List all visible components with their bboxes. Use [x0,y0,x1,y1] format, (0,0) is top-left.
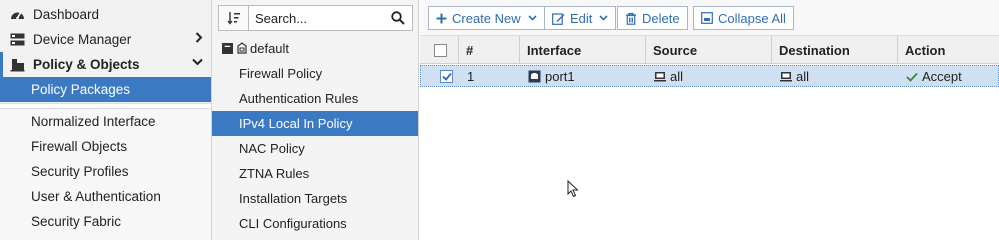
nav-item-label: Normalized Interface [31,114,156,129]
row-source-label: all [670,69,684,84]
package-icon [236,42,248,54]
collapse-all-icon [701,12,713,24]
trash-icon [626,12,636,25]
nav-item-security-profiles[interactable]: Security Profiles [0,159,211,184]
collapse-all-label: Collapse All [718,10,786,26]
plus-icon [436,13,447,23]
edit-label: Edit [570,10,593,26]
column-header-source[interactable]: Source [646,36,772,64]
mouse-cursor-icon [567,179,579,201]
nav-item-label: Dashboard [33,7,100,22]
create-new-label: Create New [452,10,521,26]
collapse-icon[interactable]: − [222,41,233,54]
tree-search-bar [218,5,413,31]
table-row[interactable]: 1 port1 all all Accept [420,65,999,87]
nav-item-label: Firewall Objects [31,139,128,154]
row-action: Accept [899,66,962,87]
nav-item-user-authentication[interactable]: User & Authentication [0,184,211,209]
row-seq: 1 [467,69,475,84]
tree-item-firewall-policy[interactable]: Firewall Policy [212,61,418,86]
select-all-checkbox[interactable] [434,43,447,57]
tree-item-label: NAC Policy [239,141,305,156]
row-destination: all [773,66,809,87]
edit-button[interactable]: Edit [544,6,617,30]
row-destination-label: all [796,69,810,84]
row-interface: port1 [521,66,575,87]
tree-item-ipv4-local-in-policy[interactable]: IPv4 Local In Policy [212,111,418,136]
nav-item-label: User & Authentication [31,189,161,204]
row-checkbox-cell[interactable] [433,66,453,87]
row-interface-label: port1 [545,69,575,84]
column-header-destination[interactable]: Destination [772,36,898,64]
nav-item-device-manager[interactable]: Device Manager [0,27,211,52]
tree-item-label: Installation Targets [239,191,348,206]
chevron-right-icon [195,32,203,46]
tree-search-input[interactable] [249,6,384,30]
tree-item-authentication-rules[interactable]: Authentication Rules [212,86,418,111]
column-header-interface[interactable]: Interface [520,36,646,64]
tree-item-ztna-rules[interactable]: ZTNA Rules [212,161,418,186]
nav-item-security-fabric[interactable]: Security Fabric [0,209,211,234]
tree-item-installation-targets[interactable]: Installation Targets [212,186,418,211]
nav-item-normalized-interface[interactable]: Normalized Interface [0,109,211,134]
row-source: all [647,66,683,87]
tree-root-default[interactable]: − default [222,39,289,57]
nav-item-label: Policy Packages [31,82,131,97]
nav-item-label: Security Profiles [31,164,129,179]
tree-item-label: Firewall Policy [239,66,323,81]
device-manager-icon [9,33,25,47]
collapse-all-button[interactable]: Collapse All [693,6,794,30]
tree-item-nac-policy[interactable]: NAC Policy [212,136,418,161]
create-new-button[interactable]: Create New [428,6,545,30]
chevron-down-icon [192,57,203,69]
grid-header: # Interface Source Destination Action [420,36,999,64]
toolbar: Create New Edit Delete Collapse All [420,0,999,36]
column-header-seq[interactable]: # [459,36,520,64]
sort-icon [226,12,240,25]
checkmark-icon [441,72,452,81]
column-header-action[interactable]: Action [898,36,999,64]
accept-check-icon [906,72,918,82]
delete-button[interactable]: Delete [617,6,688,30]
left-nav: Dashboard Device Manager Policy & Object… [0,0,212,240]
policy-package-tree: − default Firewall Policy Authentication… [212,0,419,240]
tree-root-label: default [250,40,290,56]
nav-item-dashboard[interactable]: Dashboard [0,2,211,27]
address-object-icon [654,72,666,82]
delete-label: Delete [642,10,680,26]
tree-item-label: ZTNA Rules [239,166,310,181]
policy-objects-icon [9,58,25,72]
row-checkbox[interactable] [440,70,453,83]
tree-item-cli-configurations[interactable]: CLI Configurations [212,211,418,236]
select-all-checkbox-cell[interactable] [420,36,459,64]
edit-icon [552,12,565,25]
nav-item-label: Security Fabric [31,214,122,229]
tree-item-label: CLI Configurations [239,216,347,231]
tree-item-label: Authentication Rules [239,91,359,106]
nav-item-policy-objects[interactable]: Policy & Objects [0,52,211,77]
sort-button[interactable] [219,6,249,30]
chevron-down-icon [528,13,537,24]
port-icon [528,70,541,83]
chevron-down-icon [599,13,608,24]
tree-item-label: IPv4 Local In Policy [239,116,353,131]
search-icon[interactable] [384,6,412,30]
row-action-label: Accept [922,69,962,84]
address-object-icon [780,72,792,82]
nav-item-firewall-objects[interactable]: Firewall Objects [0,134,211,159]
main-content: Create New Edit Delete Collapse All # In… [420,0,999,240]
nav-item-label: Device Manager [33,32,132,47]
nav-item-label: Policy & Objects [33,57,140,72]
nav-item-policy-packages[interactable]: Policy Packages [0,77,211,102]
dashboard-icon [9,8,25,22]
